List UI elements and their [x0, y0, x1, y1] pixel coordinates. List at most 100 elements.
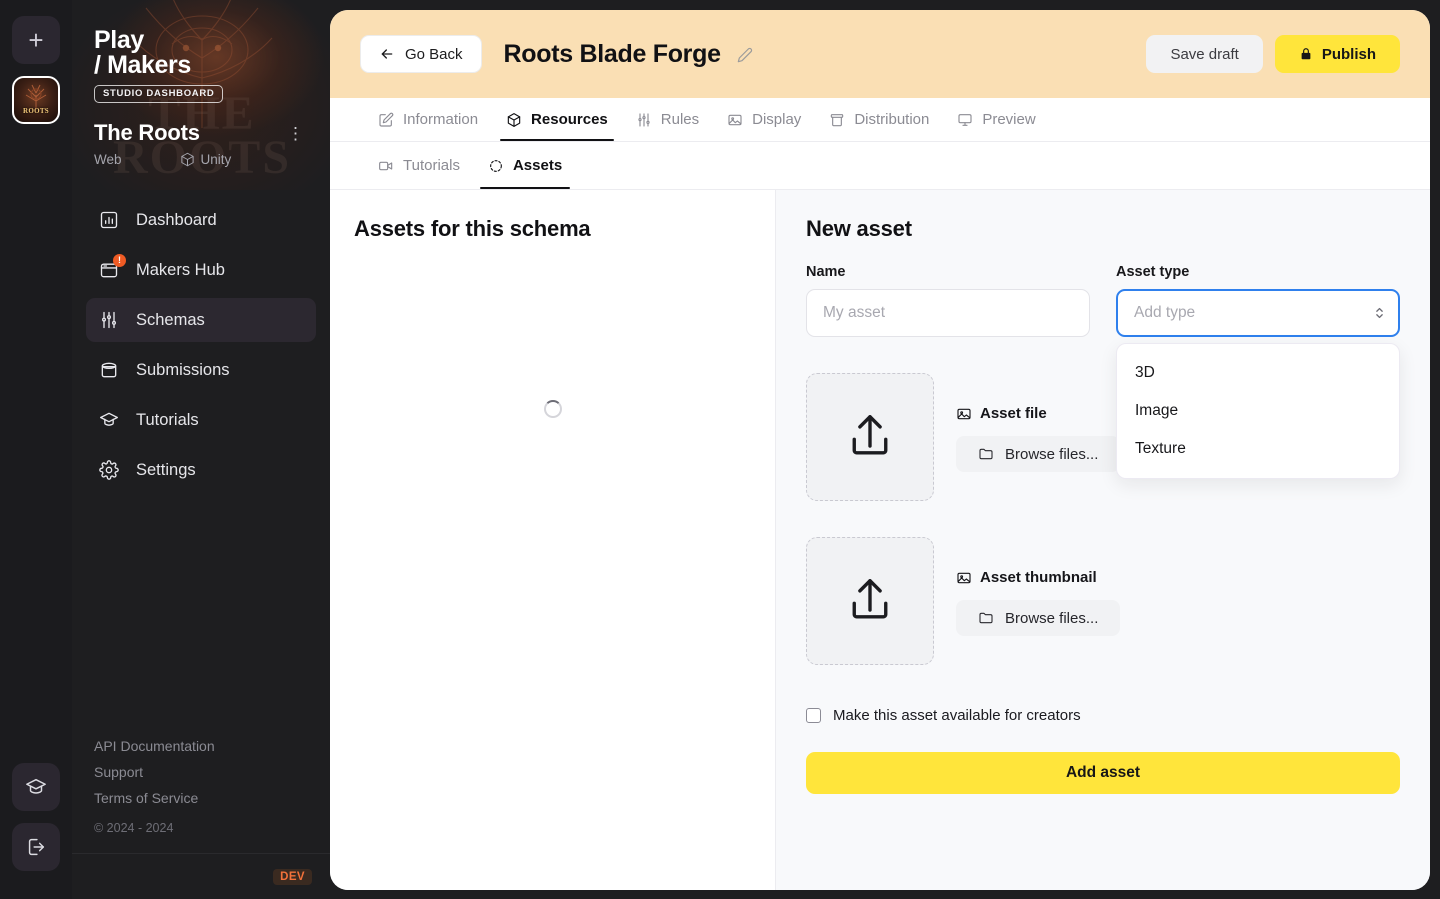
name-input[interactable]	[806, 289, 1090, 337]
tab-label: Rules	[660, 111, 700, 128]
sidebar-nav: Dashboard ! Makers Hub Schemas Submissio…	[72, 190, 330, 498]
asset-type-select[interactable]: Add type	[1116, 289, 1400, 337]
footer-link-support[interactable]: Support	[94, 759, 308, 785]
footer-link-terms-of-service[interactable]: Terms of Service	[94, 785, 308, 811]
sidebar-item-makers-hub[interactable]: ! Makers Hub	[86, 248, 316, 292]
sidebar-item-schemas[interactable]: Schemas	[86, 298, 316, 342]
video-camera-icon	[379, 161, 393, 170]
asset-thumbnail-browse-button[interactable]: Browse files...	[956, 600, 1121, 636]
asset-type-field-group: Asset type Add type 3D Image Texture	[1116, 264, 1400, 479]
tab-display[interactable]: Display	[713, 98, 815, 141]
image-icon	[728, 114, 742, 125]
publish-label: Publish	[1321, 45, 1376, 63]
go-back-button[interactable]: Go Back	[360, 35, 482, 73]
arrow-left-icon	[381, 49, 393, 59]
add-workspace-button[interactable]: +	[12, 16, 60, 64]
monitor-icon	[958, 113, 972, 126]
asset-file-meta: Asset file Browse files...	[956, 373, 1121, 472]
save-draft-button[interactable]: Save draft	[1146, 35, 1263, 73]
workspace-rail: + ROOTS	[0, 0, 72, 899]
subtab-tutorials[interactable]: Tutorials	[360, 142, 474, 189]
asset-thumbnail-dropzone[interactable]	[806, 537, 934, 665]
edit-title-button[interactable]	[737, 47, 753, 63]
brand-block: Play / Makers STUDIO DASHBOARD	[94, 28, 308, 103]
asset-type-option-image[interactable]: Image	[1117, 392, 1399, 430]
chart-bar-icon	[98, 209, 120, 231]
tab-label: Distribution	[854, 111, 930, 128]
platform-web: Web	[94, 152, 122, 167]
tab-distribution[interactable]: Distribution	[815, 98, 943, 141]
asset-file-dropzone[interactable]	[806, 373, 934, 501]
sidebar-item-submissions[interactable]: Submissions	[86, 348, 316, 392]
name-label: Name	[806, 264, 846, 280]
sidebar-item-settings[interactable]: Settings	[86, 448, 316, 492]
sidebar-item-dashboard[interactable]: Dashboard	[86, 198, 316, 242]
window-icon: !	[98, 254, 126, 281]
graduation-cap-icon	[26, 778, 46, 794]
add-asset-button[interactable]: Add asset	[806, 752, 1400, 794]
sidebar-item-tutorials[interactable]: Tutorials	[86, 398, 316, 442]
asset-type-option-texture[interactable]: Texture	[1117, 430, 1399, 468]
sidebar: THE ROOTS Play / Makers STUDIO DASHBOARD…	[72, 0, 330, 899]
cube-icon	[507, 112, 521, 127]
tab-label: Preview	[982, 111, 1036, 128]
asset-thumbnail-meta: Asset thumbnail Browse files...	[956, 537, 1121, 636]
page-title: Roots Blade Forge	[504, 40, 754, 69]
asset-thumbnail-upload-row: Asset thumbnail Browse files...	[806, 537, 1400, 665]
loading-spinner	[543, 400, 562, 418]
studio-name: The Roots	[94, 120, 200, 145]
asset-file-label: Asset file	[980, 405, 1047, 422]
asset-thumbnail-label: Asset thumbnail	[980, 569, 1097, 586]
available-for-creators-checkbox[interactable]	[806, 708, 821, 723]
asset-file-browse-label: Browse files...	[1005, 445, 1099, 463]
sidebar-item-label: Settings	[136, 460, 196, 479]
asset-type-placeholder: Add type	[1134, 304, 1196, 321]
avatar-label: ROOTS	[22, 107, 49, 115]
tab-preview[interactable]: Preview	[943, 98, 1049, 141]
sidebar-item-label: Dashboard	[136, 210, 217, 229]
subtab-label: Assets	[512, 157, 563, 174]
subtab-assets[interactable]: Assets	[474, 142, 576, 189]
rail-tutorials-button[interactable]	[12, 763, 60, 811]
studio-menu-button[interactable]: ⋮	[283, 125, 308, 142]
form-field-row: Name Asset type Add type	[806, 264, 1400, 479]
tab-label: Display	[752, 111, 802, 128]
tab-information[interactable]: Information	[360, 98, 492, 141]
asset-file-label-row: Asset file	[956, 405, 1120, 422]
sidebar-item-label: Tutorials	[136, 410, 199, 429]
publish-button[interactable]: Publish	[1274, 35, 1400, 73]
lock-icon	[1301, 48, 1311, 60]
copyright-text: © 2024 - 2024	[94, 821, 174, 835]
asset-type-dropdown: 3D Image Texture	[1116, 343, 1400, 479]
tab-rules[interactable]: Rules	[622, 98, 713, 141]
edit-square-icon	[379, 112, 394, 127]
image-icon	[957, 572, 971, 583]
sidebar-footer: API Documentation Support Terms of Servi…	[72, 733, 330, 835]
main-panel: Go Back Roots Blade Forge Save draft Pub…	[330, 10, 1430, 890]
available-for-creators-label: Make this asset available for creators	[833, 707, 1081, 724]
asset-file-browse-button[interactable]: Browse files...	[956, 436, 1121, 472]
makers-hub-badge: !	[113, 254, 126, 267]
sidebar-hero: THE ROOTS Play / Makers STUDIO DASHBOARD…	[72, 0, 330, 190]
asset-type-option-3d[interactable]: 3D	[1117, 354, 1399, 392]
workspace-avatar-roots[interactable]: ROOTS	[12, 76, 60, 124]
env-badge: DEV	[273, 868, 312, 885]
chevron-updown-icon	[1374, 305, 1385, 321]
name-field-group: Name	[806, 264, 1090, 337]
folder-icon	[979, 448, 993, 460]
tab-resources[interactable]: Resources	[492, 98, 622, 141]
sliders-icon	[638, 112, 650, 127]
rail-logout-button[interactable]	[12, 823, 60, 871]
app-root: + ROOTS THE ROOTS Play / Makers STUDIO D…	[0, 0, 1440, 899]
tab-label: Information	[403, 111, 479, 128]
asset-thumbnail-label-row: Asset thumbnail	[956, 569, 1120, 586]
new-asset-pane: New asset Name Asset type Add type	[776, 190, 1430, 890]
page-title-text: Roots Blade Forge	[503, 39, 721, 68]
primary-tabs: Information Resources Rules Display Dist…	[330, 98, 1430, 142]
availability-checkbox-row: Make this asset available for creators	[806, 707, 1400, 724]
platform-unity-label: Unity	[200, 152, 232, 167]
footer-link-api-documentation[interactable]: API Documentation	[94, 733, 308, 759]
subtab-label: Tutorials	[403, 157, 460, 174]
content-body: Assets for this schema New asset Name As…	[330, 190, 1430, 890]
